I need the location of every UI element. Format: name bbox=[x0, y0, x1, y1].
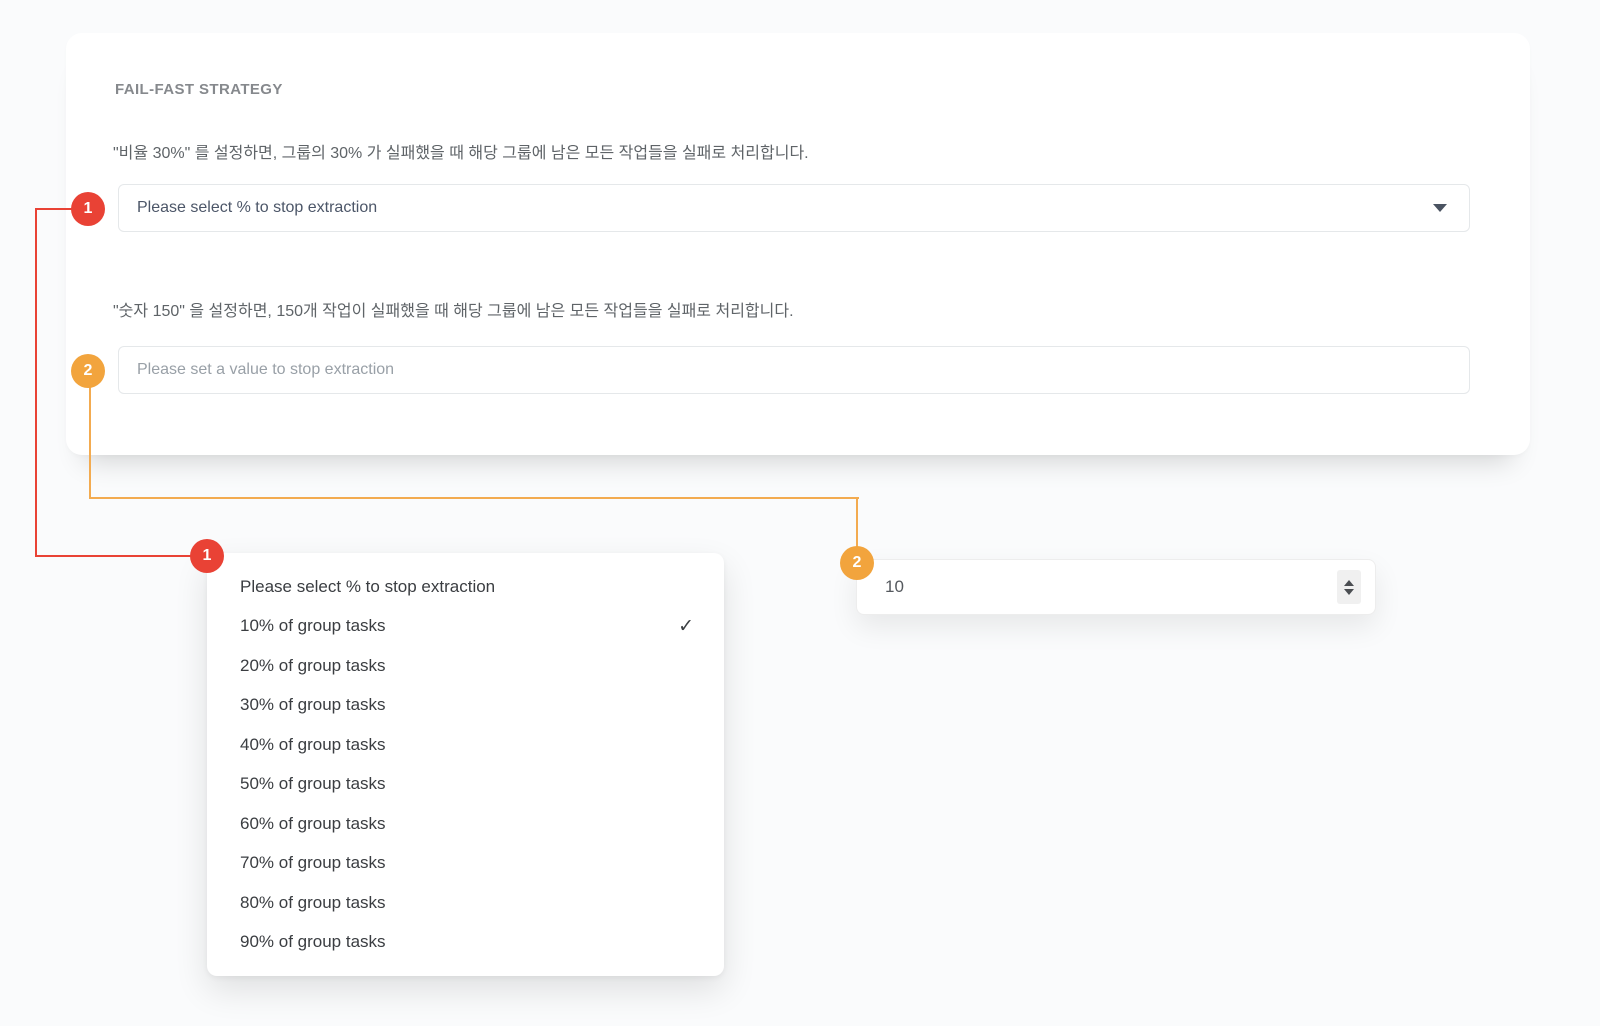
dropdown-option[interactable]: 70% of group tasks bbox=[207, 844, 724, 884]
percent-select[interactable]: Please select % to stop extraction bbox=[118, 184, 1470, 232]
percent-select-value: Please select % to stop extraction bbox=[137, 199, 377, 217]
dropdown-option[interactable]: 60% of group tasks bbox=[207, 804, 724, 844]
chevron-down-icon bbox=[1433, 204, 1447, 212]
dropdown-option-selected[interactable]: 10% of group tasks ✓ bbox=[207, 607, 724, 647]
connector-red bbox=[35, 208, 37, 557]
count-value-input[interactable] bbox=[885, 577, 1337, 597]
dropdown-option-label: 60% of group tasks bbox=[240, 814, 386, 834]
connector-red bbox=[35, 555, 195, 557]
dropdown-option[interactable]: 80% of group tasks bbox=[207, 883, 724, 923]
dropdown-option-label: 80% of group tasks bbox=[240, 893, 386, 913]
dropdown-option-label: 50% of group tasks bbox=[240, 774, 386, 794]
stepper-up-icon bbox=[1344, 580, 1354, 586]
number-stepper[interactable] bbox=[1337, 570, 1361, 604]
dropdown-option[interactable]: 90% of group tasks bbox=[207, 923, 724, 963]
callout-badge-2-detail: 2 bbox=[840, 546, 874, 580]
stepper-down-icon bbox=[1344, 589, 1354, 595]
dropdown-option-label: 20% of group tasks bbox=[240, 656, 386, 676]
dropdown-option-label: 90% of group tasks bbox=[240, 932, 386, 952]
count-input[interactable] bbox=[118, 346, 1470, 394]
dropdown-option[interactable]: 50% of group tasks bbox=[207, 765, 724, 805]
dropdown-option[interactable]: Please select % to stop extraction bbox=[207, 567, 724, 607]
check-icon: ✓ bbox=[678, 617, 694, 636]
callout-badge-2: 2 bbox=[71, 354, 105, 388]
dropdown-option[interactable]: 40% of group tasks bbox=[207, 725, 724, 765]
dropdown-option-label: 40% of group tasks bbox=[240, 735, 386, 755]
count-description: "숫자 150" 을 설정하면, 150개 작업이 실패했을 때 해당 그룹에 … bbox=[113, 301, 1473, 323]
connector-orange bbox=[856, 497, 858, 550]
fail-fast-card: FAIL-FAST STRATEGY "비율 30%" 를 설정하면, 그룹의 … bbox=[66, 33, 1530, 455]
count-input-detail bbox=[856, 559, 1376, 615]
connector-red bbox=[35, 208, 73, 210]
callout-badge-1-detail: 1 bbox=[190, 539, 224, 573]
connector-orange bbox=[89, 497, 859, 499]
page: FAIL-FAST STRATEGY "비율 30%" 를 설정하면, 그룹의 … bbox=[0, 0, 1600, 1026]
dropdown-option-label: 30% of group tasks bbox=[240, 695, 386, 715]
dropdown-option[interactable]: 20% of group tasks bbox=[207, 646, 724, 686]
dropdown-option-label: Please select % to stop extraction bbox=[240, 577, 495, 597]
connector-orange bbox=[89, 387, 91, 499]
dropdown-option-label: 70% of group tasks bbox=[240, 853, 386, 873]
percent-dropdown-menu: Please select % to stop extraction 10% o… bbox=[207, 553, 724, 976]
callout-badge-1: 1 bbox=[71, 192, 105, 226]
percent-description: "비율 30%" 를 설정하면, 그룹의 30% 가 실패했을 때 해당 그룹에… bbox=[113, 143, 1473, 165]
dropdown-option-label: 10% of group tasks bbox=[240, 616, 386, 636]
dropdown-option[interactable]: 30% of group tasks bbox=[207, 686, 724, 726]
section-title: FAIL-FAST STRATEGY bbox=[115, 81, 283, 98]
